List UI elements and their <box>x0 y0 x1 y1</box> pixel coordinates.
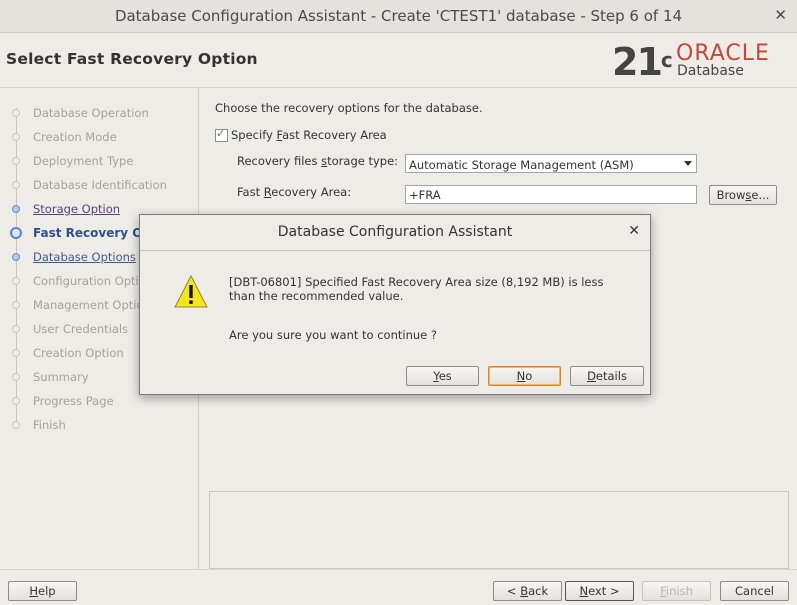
nav-item-label: Creation Mode <box>33 130 117 144</box>
specify-fra-checkbox[interactable] <box>215 127 228 142</box>
oracle-logo: 21c ORACLE Database <box>612 40 792 84</box>
no-button[interactable]: No <box>488 366 561 386</box>
step-dot-icon <box>12 397 20 405</box>
current-step-icon <box>10 227 22 239</box>
step-dot-icon <box>12 133 20 141</box>
footer-bar: Help < Back Next > Finish Cancel <box>0 569 797 605</box>
nav-item-label: Configuration Optio <box>33 274 146 288</box>
step-dot-icon <box>12 277 20 285</box>
page-title: Select Fast Recovery Option <box>6 50 258 68</box>
nav-item-label: Database Operation <box>33 106 149 120</box>
page-header: Select Fast Recovery Option 21c ORACLE D… <box>0 33 797 88</box>
nav-item-label[interactable]: Database Options <box>33 250 136 264</box>
finish-button: Finish <box>642 581 711 601</box>
dialog-question: Are you sure you want to continue ? <box>229 328 437 342</box>
warning-dialog: Database Configuration Assistant ✕ [DBT-… <box>139 214 651 395</box>
logo-version: 21c <box>612 40 673 84</box>
cancel-button[interactable]: Cancel <box>720 581 789 601</box>
storage-type-label: Recovery files storage type: <box>237 154 399 168</box>
step-dot-icon <box>12 325 20 333</box>
next-button[interactable]: Next > <box>565 581 634 601</box>
browse-button[interactable]: Browse... <box>709 185 777 205</box>
nav-item-creation-mode: Creation Mode <box>0 127 198 147</box>
nav-item-deployment-type: Deployment Type <box>0 151 198 171</box>
help-button[interactable]: Help <box>8 581 77 601</box>
nav-item-finish: Finish <box>0 415 198 435</box>
nav-item-label: Fast Recovery Op <box>33 226 152 240</box>
details-button[interactable]: Details <box>570 366 644 386</box>
logo-product: Database <box>677 63 744 79</box>
nav-item-label: Deployment Type <box>33 154 134 168</box>
storage-type-select[interactable]: Automatic Storage Management (ASM) <box>405 154 697 173</box>
step-dot-icon <box>12 181 20 189</box>
fra-label: Fast Recovery Area: <box>237 185 352 199</box>
step-dot-icon <box>12 421 20 429</box>
nav-item-label: Finish <box>33 418 66 432</box>
window-titlebar: Database Configuration Assistant - Creat… <box>0 0 797 33</box>
dropdown-arrow-icon <box>684 161 692 166</box>
fra-input[interactable] <box>405 185 697 204</box>
warning-icon <box>174 274 208 308</box>
storage-type-value: Automatic Storage Management (ASM) <box>409 158 634 172</box>
nav-item-label: Progress Page <box>33 394 114 408</box>
dialog-close-icon[interactable]: ✕ <box>628 223 640 239</box>
dialog-message: [DBT-06801] Specified Fast Recovery Area… <box>229 275 604 303</box>
nav-item-database-identification: Database Identification <box>0 175 198 195</box>
nav-item-label: User Credentials <box>33 322 129 336</box>
yes-button[interactable]: Yes <box>406 366 479 386</box>
intro-text: Choose the recovery options for the data… <box>215 101 483 115</box>
message-panel <box>209 491 789 569</box>
nav-item-label: Creation Option <box>33 346 124 360</box>
step-dot-icon <box>12 109 20 117</box>
nav-item-label[interactable]: Storage Option <box>33 202 120 216</box>
step-dot-icon <box>12 301 20 309</box>
nav-item-database-operation: Database Operation <box>0 103 198 123</box>
step-dot-icon <box>12 373 20 381</box>
dialog-header: Database Configuration Assistant ✕ <box>140 215 650 251</box>
step-dot-icon <box>12 253 20 261</box>
nav-item-label: Management Optio <box>33 298 144 312</box>
step-dot-icon <box>12 205 20 213</box>
step-dot-icon <box>12 157 20 165</box>
back-button[interactable]: < Back <box>493 581 562 601</box>
window-title: Database Configuration Assistant - Creat… <box>114 7 683 25</box>
dialog-title: Database Configuration Assistant <box>277 224 513 240</box>
nav-item-label: Summary <box>33 370 89 384</box>
specify-fra-label[interactable]: Specify Fast Recovery Area <box>231 128 387 142</box>
step-dot-icon <box>12 349 20 357</box>
window-close-icon[interactable]: ✕ <box>774 6 787 24</box>
nav-item-label: Database Identification <box>33 178 167 192</box>
